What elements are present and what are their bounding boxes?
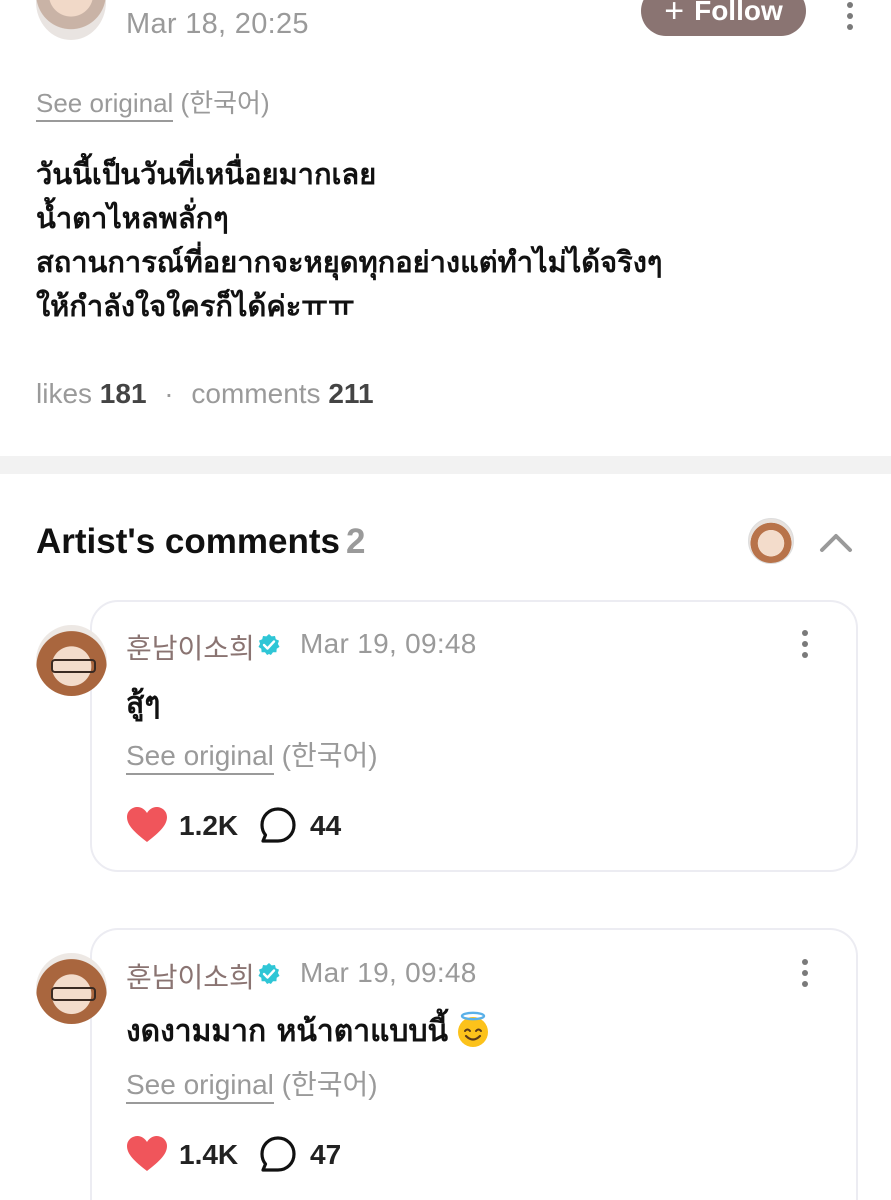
post-more-icon[interactable] — [847, 2, 853, 30]
comment-author-avatar[interactable] — [36, 625, 107, 696]
heart-icon[interactable] — [126, 1135, 168, 1173]
comment-reply-count: 47 — [310, 1139, 342, 1170]
chevron-up-icon[interactable] — [818, 524, 854, 560]
artist-comments-title: Artist's comments 2 — [36, 522, 365, 562]
see-original-link[interactable]: See original — [36, 88, 174, 122]
likes-count: 181 — [99, 378, 147, 409]
post-body-line: ให้กำลังใจใครก็ได้ค่ะㅠㅠ — [36, 289, 355, 323]
post-body-line: น้ำตาไหลพลั่กๆ — [36, 201, 229, 235]
comment-reply-count: 44 — [310, 810, 342, 841]
comment-author-name[interactable]: 훈남이소희 — [126, 627, 255, 667]
comment-see-original[interactable]: See original (한국어) — [126, 1063, 378, 1104]
post-body-line: วันนี้เป็นวันที่เหนื่อยมากเลย — [36, 157, 377, 191]
plus-icon: + — [664, 0, 685, 30]
original-language: (한국어) — [180, 88, 270, 118]
stats-separator: · — [164, 378, 174, 409]
comment-date: Mar 19, 09:48 — [300, 628, 477, 659]
post-see-original[interactable]: See original (한국어) — [36, 83, 270, 122]
artist-comments-count: 2 — [345, 522, 366, 561]
comment-text: งดงามมาก หน้าตาแบบนี้ — [126, 1014, 449, 1049]
comment-more-icon[interactable] — [802, 630, 808, 658]
comment-date: Mar 19, 09:48 — [300, 957, 477, 988]
comment-more-icon[interactable] — [802, 959, 808, 987]
comment-text-row: งดงามมาก หน้าตาแบบนี้ — [126, 1008, 492, 1055]
smiling-face-with-halo-icon — [458, 1011, 489, 1047]
post-body-line: สถานการณ์ที่อยากจะหยุดทุกอย่างแต่ทำไม่ได… — [36, 245, 663, 279]
post-body: วันนี้เป็นวันที่เหนื่อยมากเลย น้ำตาไหลพล… — [36, 152, 662, 328]
comment-author-avatar[interactable] — [36, 953, 107, 1024]
post-stats: likes 181 · comments 211 — [36, 378, 374, 410]
comment-author-name[interactable]: 훈남이소희 — [126, 956, 255, 996]
verified-badge-icon — [258, 963, 280, 984]
see-original-link[interactable]: See original — [126, 740, 274, 775]
post-date: Mar 18, 20:25 — [126, 8, 309, 40]
reply-bubble-icon[interactable] — [259, 806, 297, 844]
original-language: (한국어) — [281, 1069, 378, 1100]
reply-bubble-icon[interactable] — [259, 1135, 297, 1173]
verified-badge-icon — [258, 634, 280, 655]
follow-button[interactable]: + Follow — [641, 0, 806, 36]
comment-text: สู้ๆ — [126, 686, 161, 721]
original-language: (한국어) — [281, 740, 378, 771]
comment-like-count: 1.4K — [179, 1139, 239, 1170]
comments-label: comments — [191, 378, 321, 409]
section-divider — [0, 456, 891, 474]
follow-label: Follow — [694, 0, 783, 26]
post-author-avatar[interactable] — [36, 0, 106, 40]
artist-comments-label: Artist's comments — [36, 522, 340, 561]
likes-label: likes — [36, 378, 93, 409]
comment-like-count: 1.2K — [179, 810, 239, 841]
artist-avatar[interactable] — [748, 518, 794, 564]
comment-see-original[interactable]: See original (한국어) — [126, 734, 378, 775]
heart-icon[interactable] — [126, 806, 168, 844]
comments-count: 211 — [328, 378, 374, 409]
see-original-link[interactable]: See original — [126, 1069, 274, 1104]
